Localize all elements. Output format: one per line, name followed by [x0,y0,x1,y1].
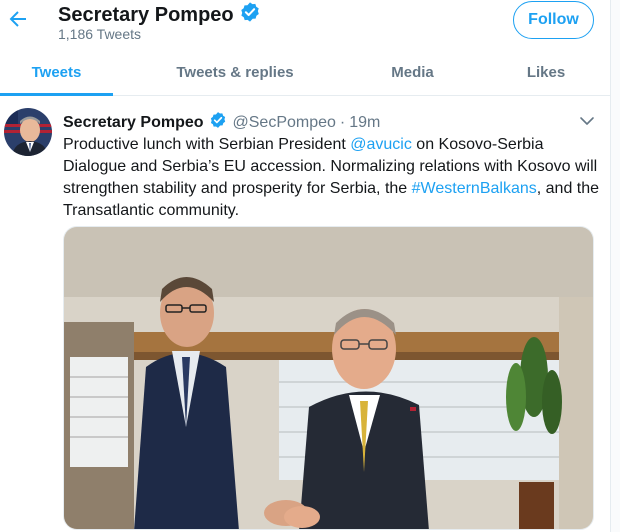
tweet-author-name[interactable]: Secretary Pompeo [63,113,204,133]
tweet-header: Secretary Pompeo @SecPompeo · 19m [63,111,380,135]
profile-header: Secretary Pompeo 1,186 Tweets Follow [0,0,610,44]
tweet-author-handle[interactable]: @SecPompeo [233,113,336,133]
tweet-photo[interactable] [63,226,594,530]
avatar[interactable] [4,108,52,156]
tweet[interactable]: Secretary Pompeo @SecPompeo · 19m Produc… [0,97,610,532]
profile-name: Secretary Pompeo [58,3,234,26]
profile-tabs: Tweets Tweets & replies Media Likes [0,48,610,96]
tab-likes[interactable]: Likes [505,48,587,96]
separator-dot: · [339,114,346,131]
hashtag-link[interactable]: #WesternBalkans [412,180,537,197]
chevron-down-icon[interactable] [578,112,596,130]
tab-tweets[interactable]: Tweets [0,48,113,96]
tweet-count: 1,186 Tweets [58,26,142,42]
verified-badge-icon [209,111,227,135]
active-tab-indicator [0,93,113,96]
profile-timeline: Secretary Pompeo 1,186 Tweets Follow Twe… [0,0,611,532]
scroll-gutter [611,0,620,532]
tweet-timestamp[interactable]: 19m [349,113,380,133]
follow-button[interactable]: Follow [513,1,594,39]
tweet-text-part: Productive lunch with Serbian President [63,136,351,153]
profile-name-row: Secretary Pompeo [58,1,261,28]
tweet-text: Productive lunch with Serbian President … [63,134,603,222]
back-arrow-icon[interactable] [6,7,30,31]
tab-tweets-and-replies[interactable]: Tweets & replies [150,48,320,96]
tab-media[interactable]: Media [365,48,460,96]
verified-badge-icon [239,1,261,28]
mention-link[interactable]: @avucic [350,136,412,153]
